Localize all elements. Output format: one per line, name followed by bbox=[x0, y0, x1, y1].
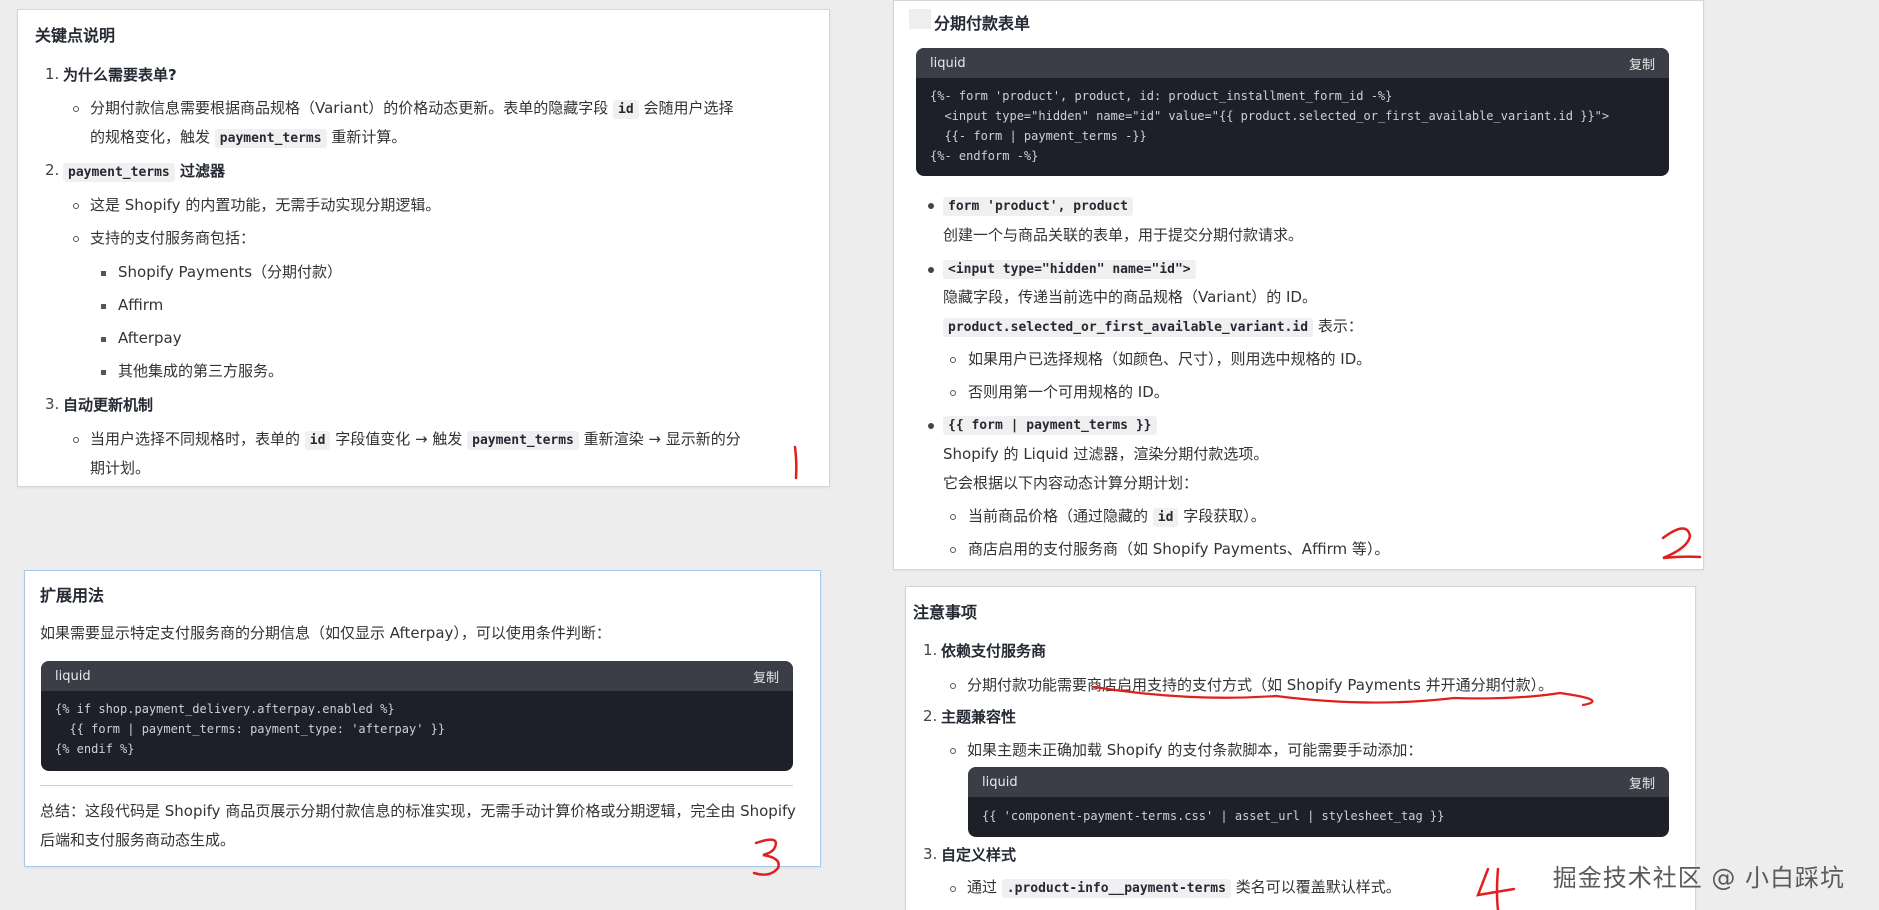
watermark: 掘金技术社区 @ 小白踩坑 bbox=[1552, 864, 1845, 892]
annotation-2-icon bbox=[1661, 527, 1702, 560]
annotation-4-icon bbox=[1476, 867, 1516, 910]
annotation-1-icon bbox=[793, 445, 798, 480]
underline-annotation bbox=[1092, 685, 1594, 707]
annotation-layer bbox=[752, 445, 1702, 910]
annotation-3-icon bbox=[752, 838, 780, 876]
